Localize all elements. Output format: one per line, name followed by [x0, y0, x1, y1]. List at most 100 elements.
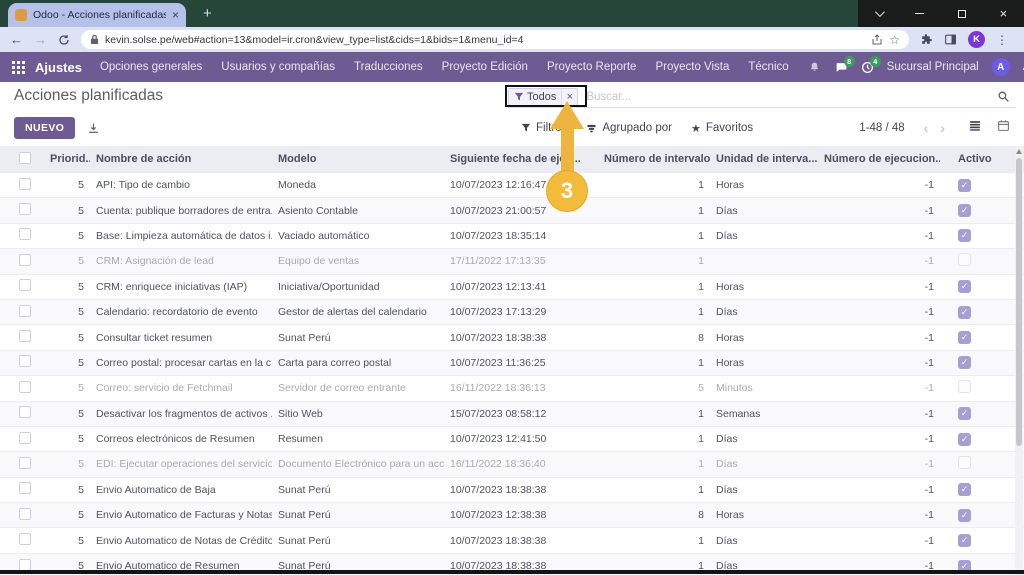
window-restore-icon[interactable] [958, 10, 966, 18]
table-row[interactable]: 5Desactivar los fragmentos de activos ..… [0, 401, 1024, 426]
window-close-icon[interactable]: × [1000, 7, 1008, 20]
select-all-checkbox[interactable] [19, 152, 31, 164]
column-header-5[interactable]: Unidad de interva... [710, 153, 818, 165]
user-avatar[interactable]: A [992, 58, 1010, 76]
table-row[interactable]: 5CRM: enriquece iniciativas (IAP)Iniciat… [0, 274, 1024, 299]
row-checkbox[interactable] [19, 482, 31, 494]
table-row[interactable]: 5Envio Automatico de Facturas y Notas...… [0, 502, 1024, 527]
column-header-3[interactable]: Siguiente fecha de ejec... [444, 153, 598, 165]
window-minimize-icon[interactable] [915, 13, 924, 15]
table-row[interactable]: 5Calendario: recordatorio de eventoGesto… [0, 299, 1024, 324]
new-tab-button[interactable]: + [203, 5, 212, 22]
scroll-up-icon[interactable] [1016, 149, 1022, 154]
table-row[interactable]: 5Base: Limpieza automática de datos i...… [0, 223, 1024, 248]
list-view-icon[interactable] [968, 119, 982, 137]
apps-grid-icon[interactable] [12, 61, 25, 74]
row-checkbox[interactable] [19, 228, 31, 240]
extensions-puzzle-icon[interactable] [920, 33, 933, 46]
table-row[interactable]: 5Consultar ticket resumenSunat Perú10/07… [0, 324, 1024, 349]
share-icon[interactable] [871, 34, 883, 46]
vertical-scrollbar[interactable] [1015, 146, 1023, 575]
row-checkbox[interactable] [19, 559, 31, 571]
search-placeholder[interactable]: Buscar... [586, 91, 631, 103]
browser-tab[interactable]: Odoo - Acciones planificadas × [8, 3, 186, 27]
export-icon[interactable] [87, 122, 100, 135]
pager-next-icon[interactable]: › [934, 121, 951, 135]
search-bar[interactable]: Todos × Buscar... [508, 86, 1016, 108]
table-row[interactable]: 5Envio Automatico de Notas de CréditoSun… [0, 527, 1024, 552]
active-checkbox[interactable]: ✓ [958, 229, 971, 242]
active-checkbox[interactable]: ✓ [958, 179, 971, 192]
side-panel-icon[interactable] [944, 33, 957, 46]
nav-menu-1[interactable]: Usuarios y compañías [221, 61, 335, 73]
calendar-view-icon[interactable] [997, 119, 1010, 137]
table-row[interactable]: 5Cuenta: publique borradores de entra...… [0, 197, 1024, 222]
active-checkbox[interactable]: ✓ [958, 204, 971, 217]
favorites-button[interactable]: ★ Favoritos [691, 122, 753, 135]
row-checkbox[interactable] [19, 279, 31, 291]
nav-menu-0[interactable]: Opciones generales [100, 61, 202, 73]
column-header-0[interactable]: Priorid... [44, 153, 90, 165]
window-chevron-icon[interactable] [875, 7, 885, 17]
url-text[interactable]: kevin.solse.pe/web#action=13&model=ir.cr… [105, 34, 865, 46]
column-header-1[interactable]: Nombre de acción [90, 153, 272, 165]
active-checkbox[interactable]: ✓ [958, 483, 971, 496]
pager-prev-icon[interactable]: ‹ [918, 121, 935, 135]
group-by-button[interactable]: Agrupado por [586, 122, 672, 134]
browser-profile-avatar[interactable]: K [968, 31, 985, 48]
forward-icon[interactable]: → [34, 33, 47, 46]
active-checkbox[interactable]: ✓ [958, 280, 971, 293]
activities-clock-icon[interactable]: 4 [861, 61, 874, 74]
refresh-icon[interactable] [58, 34, 70, 46]
active-checkbox[interactable]: ✓ [958, 306, 971, 319]
bookmark-star-icon[interactable]: ☆ [889, 33, 900, 47]
row-checkbox[interactable] [19, 432, 31, 444]
tab-close-icon[interactable]: × [172, 9, 179, 21]
active-checkbox[interactable] [958, 456, 971, 469]
row-checkbox[interactable] [19, 355, 31, 367]
row-checkbox[interactable] [19, 330, 31, 342]
messages-icon[interactable]: 8 [834, 61, 848, 74]
browser-menu-icon[interactable]: ⋮ [996, 33, 1008, 47]
active-checkbox[interactable] [958, 253, 971, 266]
nav-menu-4[interactable]: Proyecto Reporte [547, 61, 637, 73]
table-row[interactable]: 5Correo: servicio de FetchmailServidor d… [0, 375, 1024, 400]
nav-menu-5[interactable]: Proyecto Vista [655, 61, 729, 73]
table-row[interactable]: 5API: Tipo de cambioMoneda10/07/2023 12:… [0, 172, 1024, 197]
row-checkbox[interactable] [19, 381, 31, 393]
active-checkbox[interactable]: ✓ [958, 433, 971, 446]
column-header-7[interactable]: Activo [940, 153, 996, 165]
back-icon[interactable]: ← [10, 33, 23, 46]
pager-range[interactable]: 1-48 / 48 [859, 122, 904, 134]
active-checkbox[interactable]: ✓ [958, 331, 971, 344]
row-checkbox[interactable] [19, 203, 31, 215]
active-checkbox[interactable]: ✓ [958, 356, 971, 369]
company-switcher[interactable]: Sucursal Principal [887, 61, 979, 73]
nav-menu-3[interactable]: Proyecto Edición [442, 61, 528, 73]
row-checkbox[interactable] [19, 305, 31, 317]
nav-menu-2[interactable]: Traducciones [354, 61, 423, 73]
table-row[interactable]: 5Correos electrónicos de ResumenResumen1… [0, 426, 1024, 451]
active-checkbox[interactable]: ✓ [958, 407, 971, 420]
bell-icon[interactable] [808, 61, 821, 74]
scrollbar-thumb[interactable] [1016, 158, 1022, 446]
table-row[interactable]: 5EDI: Ejecutar operaciones del servicio … [0, 451, 1024, 476]
active-checkbox[interactable]: ✓ [958, 534, 971, 547]
table-row[interactable]: 5Correo postal: procesar cartas en la c.… [0, 350, 1024, 375]
row-checkbox[interactable] [19, 508, 31, 520]
url-bar[interactable]: kevin.solse.pe/web#action=13&model=ir.cr… [81, 30, 909, 49]
row-checkbox[interactable] [19, 178, 31, 190]
row-checkbox[interactable] [19, 533, 31, 545]
column-header-4[interactable]: Número de intervalos [598, 153, 710, 165]
new-button[interactable]: NUEVO [14, 117, 75, 139]
row-checkbox[interactable] [19, 406, 31, 418]
column-header-6[interactable]: Número de ejecucion... [818, 153, 940, 165]
active-checkbox[interactable]: ✓ [958, 509, 971, 522]
row-checkbox[interactable] [19, 254, 31, 266]
row-checkbox[interactable] [19, 457, 31, 469]
table-row[interactable]: 5Envio Automatico de BajaSunat Perú10/07… [0, 477, 1024, 502]
app-name[interactable]: Ajustes [35, 60, 82, 75]
column-header-2[interactable]: Modelo [272, 153, 444, 165]
active-checkbox[interactable] [958, 380, 971, 393]
table-row[interactable]: 5CRM: Asignación de leadEquipo de ventas… [0, 248, 1024, 273]
